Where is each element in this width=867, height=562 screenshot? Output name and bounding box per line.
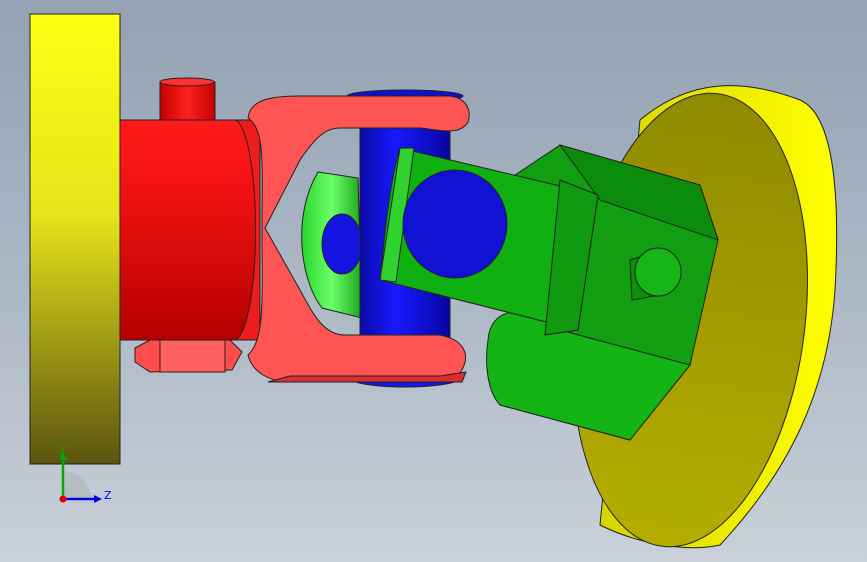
y-axis-label: Y bbox=[58, 444, 66, 457]
red-hub-cylinder[interactable] bbox=[119, 77, 261, 373]
left-flange-plate[interactable] bbox=[29, 13, 121, 465]
red-top-boss bbox=[159, 77, 216, 121]
orientation-triad: Y Z bbox=[58, 444, 112, 503]
green-cross-pin[interactable] bbox=[301, 171, 363, 319]
graphics-viewport[interactable]: Y Z bbox=[0, 0, 867, 562]
model-scene[interactable] bbox=[0, 0, 867, 562]
red-hex-nut bbox=[134, 339, 243, 373]
z-axis-label: Z bbox=[104, 489, 112, 502]
z-arrowhead bbox=[94, 495, 102, 503]
x-axis-dot bbox=[59, 495, 67, 503]
triad-quadrant bbox=[63, 471, 91, 499]
